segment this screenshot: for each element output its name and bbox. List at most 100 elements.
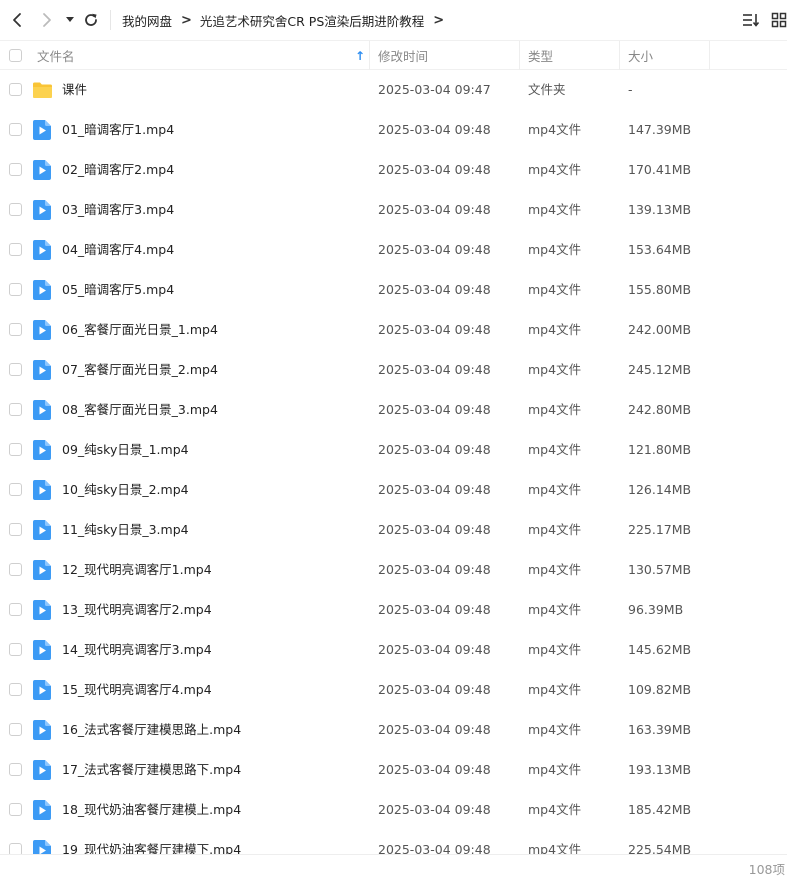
file-name[interactable]: 11_纯sky日景_3.mp4 — [62, 510, 189, 550]
file-name[interactable]: 15_现代明亮调客厅4.mp4 — [62, 670, 212, 710]
column-divider[interactable] — [709, 41, 710, 70]
file-modified: 2025-03-04 09:48 — [378, 842, 491, 854]
file-modified: 2025-03-04 09:48 — [378, 122, 491, 137]
file-row[interactable]: 13_现代明亮调客厅2.mp4 2025-03-04 09:48 mp4文件 96.3… — [0, 590, 787, 630]
file-type: mp4文件 — [528, 642, 582, 657]
video-file-icon — [33, 400, 51, 420]
file-modified: 2025-03-04 09:48 — [378, 442, 491, 457]
file-name[interactable]: 04_暗调客厅4.mp4 — [62, 230, 174, 270]
file-size: 163.39MB — [628, 722, 692, 737]
file-row[interactable]: 03_暗调客厅3.mp4 2025-03-04 09:48 mp4文件 139.13M… — [0, 190, 787, 230]
row-checkbox[interactable] — [9, 643, 22, 656]
file-row[interactable]: 01_暗调客厅1.mp4 2025-03-04 09:48 mp4文件 147.39M… — [0, 110, 787, 150]
row-checkbox[interactable] — [9, 243, 22, 256]
row-checkbox[interactable] — [9, 563, 22, 576]
file-row[interactable]: 15_现代明亮调客厅4.mp4 2025-03-04 09:48 mp4文件 109.… — [0, 670, 787, 710]
column-divider[interactable] — [519, 41, 520, 70]
file-name[interactable]: 16_法式客餐厅建模思路上.mp4 — [62, 710, 241, 750]
file-name[interactable]: 06_客餐厅面光日景_1.mp4 — [62, 310, 218, 350]
file-row[interactable]: 19_现代奶油客餐厅建模下.mp4 2025-03-04 09:48 mp4文件 22… — [0, 830, 787, 854]
row-checkbox[interactable] — [9, 363, 22, 376]
column-header-size[interactable]: 大小 — [628, 41, 653, 70]
row-checkbox[interactable] — [9, 123, 22, 136]
row-checkbox[interactable] — [9, 203, 22, 216]
column-header-type[interactable]: 类型 — [528, 41, 553, 70]
file-name[interactable]: 13_现代明亮调客厅2.mp4 — [62, 590, 212, 630]
breadcrumb-item-current[interactable]: 光追艺术研究舍CR PS渲染后期进阶教程 — [200, 11, 424, 30]
file-name[interactable]: 01_暗调客厅1.mp4 — [62, 110, 174, 150]
row-checkbox[interactable] — [9, 163, 22, 176]
row-checkbox[interactable] — [9, 483, 22, 496]
file-row[interactable]: 09_纯sky日景_1.mp4 2025-03-04 09:48 mp4文件 121.… — [0, 430, 787, 470]
file-row[interactable]: 14_现代明亮调客厅3.mp4 2025-03-04 09:48 mp4文件 145.… — [0, 630, 787, 670]
video-file-icon — [33, 440, 51, 460]
column-divider[interactable] — [619, 41, 620, 70]
file-size: 147.39MB — [628, 122, 692, 137]
row-checkbox[interactable] — [9, 323, 22, 336]
file-type: mp4文件 — [528, 162, 582, 177]
file-row[interactable]: 16_法式客餐厅建模思路上.mp4 2025-03-04 09:48 mp4文件 16… — [0, 710, 787, 750]
file-name[interactable]: 07_客餐厅面光日景_2.mp4 — [62, 350, 218, 390]
file-size: 139.13MB — [628, 202, 692, 217]
row-checkbox[interactable] — [9, 803, 22, 816]
file-size: 242.00MB — [628, 322, 692, 337]
view-toggle-button[interactable] — [769, 10, 787, 30]
grid-view-icon — [771, 12, 787, 28]
file-modified: 2025-03-04 09:48 — [378, 482, 491, 497]
row-checkbox[interactable] — [9, 443, 22, 456]
row-checkbox[interactable] — [9, 403, 22, 416]
select-all-checkbox[interactable] — [9, 49, 22, 62]
sort-icon — [743, 14, 760, 27]
file-name[interactable]: 10_纯sky日景_2.mp4 — [62, 470, 189, 510]
sort-button[interactable] — [741, 10, 761, 30]
status-bar: 108项 — [0, 854, 787, 888]
forward-button[interactable] — [36, 8, 58, 32]
file-name[interactable]: 08_客餐厅面光日景_3.mp4 — [62, 390, 218, 430]
file-modified: 2025-03-04 09:48 — [378, 602, 491, 617]
file-name[interactable]: 课件 — [62, 70, 87, 110]
breadcrumb-item-root[interactable]: 我的网盘 — [122, 11, 172, 30]
row-checkbox[interactable] — [9, 763, 22, 776]
file-row[interactable]: 05_暗调客厅5.mp4 2025-03-04 09:48 mp4文件 155.80M… — [0, 270, 787, 310]
file-row[interactable]: 课件 2025-03-04 09:47 文件夹 - — [0, 70, 787, 110]
history-dropdown-button[interactable] — [62, 8, 78, 32]
back-button[interactable] — [6, 8, 28, 32]
column-header-modified[interactable]: 修改时间 — [378, 41, 428, 70]
row-checkbox[interactable] — [9, 83, 22, 96]
video-file-icon — [33, 360, 51, 380]
file-modified: 2025-03-04 09:48 — [378, 722, 491, 737]
row-checkbox[interactable] — [9, 843, 22, 854]
row-checkbox[interactable] — [9, 283, 22, 296]
file-row[interactable]: 18_现代奶油客餐厅建模上.mp4 2025-03-04 09:48 mp4文件 18… — [0, 790, 787, 830]
file-row[interactable]: 12_现代明亮调客厅1.mp4 2025-03-04 09:48 mp4文件 130.… — [0, 550, 787, 590]
file-row[interactable]: 06_客餐厅面光日景_1.mp4 2025-03-04 09:48 mp4文件 242… — [0, 310, 787, 350]
file-row[interactable]: 10_纯sky日景_2.mp4 2025-03-04 09:48 mp4文件 126.… — [0, 470, 787, 510]
file-name[interactable]: 17_法式客餐厅建模思路下.mp4 — [62, 750, 241, 790]
file-size: 225.54MB — [628, 842, 692, 854]
row-checkbox[interactable] — [9, 683, 22, 696]
file-name[interactable]: 14_现代明亮调客厅3.mp4 — [62, 630, 212, 670]
column-header-name[interactable]: 文件名 ↑ — [37, 41, 369, 70]
file-row[interactable]: 11_纯sky日景_3.mp4 2025-03-04 09:48 mp4文件 225.… — [0, 510, 787, 550]
file-name[interactable]: 09_纯sky日景_1.mp4 — [62, 430, 189, 470]
file-row[interactable]: 17_法式客餐厅建模思路下.mp4 2025-03-04 09:48 mp4文件 19… — [0, 750, 787, 790]
file-name[interactable]: 03_暗调客厅3.mp4 — [62, 190, 174, 230]
file-modified: 2025-03-04 09:48 — [378, 402, 491, 417]
row-checkbox[interactable] — [9, 603, 22, 616]
file-name[interactable]: 18_现代奶油客餐厅建模上.mp4 — [62, 790, 241, 830]
file-row[interactable]: 04_暗调客厅4.mp4 2025-03-04 09:48 mp4文件 153.64M… — [0, 230, 787, 270]
file-name[interactable]: 05_暗调客厅5.mp4 — [62, 270, 174, 310]
file-name[interactable]: 19_现代奶油客餐厅建模下.mp4 — [62, 830, 241, 854]
breadcrumb-expand-icon[interactable]: > — [433, 13, 444, 28]
column-divider[interactable] — [369, 41, 370, 70]
file-modified: 2025-03-04 09:48 — [378, 362, 491, 377]
video-file-icon — [33, 520, 51, 540]
file-row[interactable]: 08_客餐厅面光日景_3.mp4 2025-03-04 09:48 mp4文件 242… — [0, 390, 787, 430]
row-checkbox[interactable] — [9, 523, 22, 536]
file-name[interactable]: 12_现代明亮调客厅1.mp4 — [62, 550, 212, 590]
file-row[interactable]: 02_暗调客厅2.mp4 2025-03-04 09:48 mp4文件 170.41M… — [0, 150, 787, 190]
file-row[interactable]: 07_客餐厅面光日景_2.mp4 2025-03-04 09:48 mp4文件 245… — [0, 350, 787, 390]
row-checkbox[interactable] — [9, 723, 22, 736]
file-name[interactable]: 02_暗调客厅2.mp4 — [62, 150, 174, 190]
refresh-button[interactable] — [80, 8, 102, 32]
